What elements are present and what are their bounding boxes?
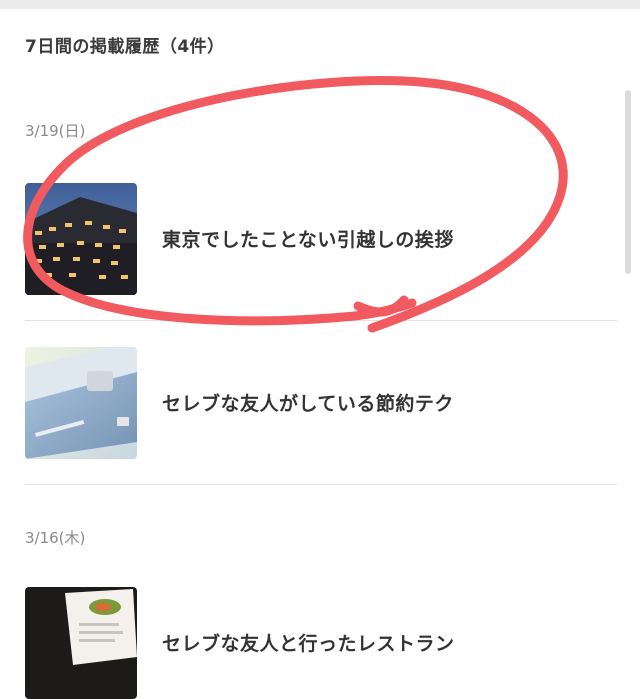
list-item[interactable]: 東京でしたことない引越しの挨拶 bbox=[25, 183, 617, 295]
scrollbar[interactable] bbox=[625, 90, 631, 274]
item-title[interactable]: 東京でしたことない引越しの挨拶 bbox=[162, 225, 454, 252]
section-date: 3/19(日) bbox=[25, 122, 86, 140]
restaurant-menu-image bbox=[25, 587, 137, 699]
credit-cards-image bbox=[25, 347, 137, 459]
item-title[interactable]: セレブな友人と行ったレストラン bbox=[162, 629, 455, 656]
section-date: 3/16(木) bbox=[25, 529, 86, 547]
divider bbox=[25, 484, 617, 485]
list-item[interactable]: セレブな友人がしている節約テク bbox=[25, 347, 617, 459]
night-apartment-building-image bbox=[25, 183, 137, 295]
divider bbox=[25, 320, 617, 321]
list-item[interactable]: セレブな友人と行ったレストラン bbox=[25, 587, 617, 699]
item-title[interactable]: セレブな友人がしている節約テク bbox=[162, 389, 454, 416]
top-bar bbox=[0, 0, 640, 9]
page-title: 7日間の掲載履歴（4件） bbox=[25, 37, 225, 57]
